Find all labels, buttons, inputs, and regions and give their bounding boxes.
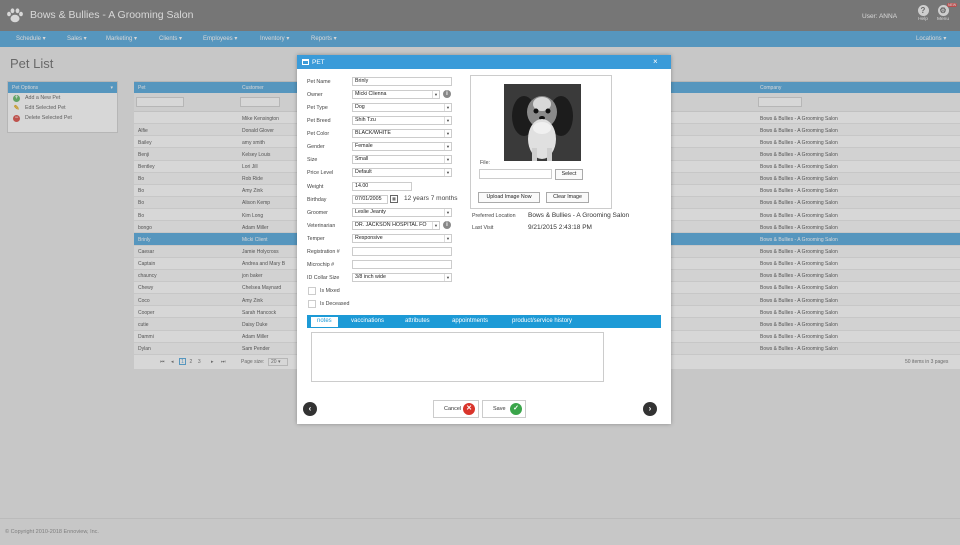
size-value: Small (355, 156, 369, 162)
pet-breed-select[interactable]: Shih Tzu ▼ (352, 116, 452, 125)
save-button[interactable]: Save ✓ (482, 400, 526, 418)
pet-color-label: Pet Color (307, 131, 330, 137)
groomer-label: Groomer (307, 210, 328, 216)
microchip-label: Microchip # (307, 262, 335, 268)
microchip-input[interactable] (352, 260, 452, 269)
chevron-down-icon: ▼ (432, 91, 439, 98)
gender-label: Gender (307, 144, 325, 150)
pet-breed-value: Shih Tzu (355, 117, 376, 123)
birthday-label: Birthday (307, 197, 327, 203)
weight-input[interactable]: 14.00 (352, 182, 412, 191)
cancel-label: Cancel (444, 406, 462, 412)
preferred-location-label: Preferred Location (472, 213, 516, 219)
id-collar-size-value: 3/8 inch wide (355, 274, 386, 280)
pet-name-value: Brinly (355, 78, 369, 84)
chevron-down-icon: ▼ (444, 143, 451, 150)
next-pet-button[interactable]: › (643, 402, 657, 416)
gender-value: Female (355, 143, 373, 149)
cancel-button[interactable]: Cancel ✕ (433, 400, 479, 418)
pet-name-input[interactable]: Brinly (352, 77, 452, 86)
price-level-value: Default (355, 169, 372, 175)
size-select[interactable]: Small ▼ (352, 155, 452, 164)
file-input[interactable] (479, 169, 552, 179)
weight-value: 14.00 (355, 183, 369, 189)
veterinarian-value: DR. JACKSON HOSPITAL FO (355, 222, 427, 228)
temper-value: Responsive (355, 235, 383, 241)
id-collar-size-select[interactable]: 3/8 inch wide ▼ (352, 273, 452, 282)
pet-type-select[interactable]: Dog ▼ (352, 103, 452, 112)
tab-attributes[interactable]: attributes (405, 318, 430, 324)
pet-detail-tabs: notes vaccinations attributes appointmen… (307, 315, 661, 328)
select-file-button[interactable]: Select (555, 169, 583, 180)
info-icon[interactable]: i (443, 90, 451, 98)
birthday-value: 07/01/2005 (355, 196, 382, 202)
registration-label: Registration # (307, 249, 340, 255)
chevron-down-icon: ▼ (444, 117, 451, 124)
pet-age: 12 years 7 months (404, 195, 458, 202)
temper-label: Temper (307, 236, 325, 242)
is-deceased-label: Is Deceased (320, 301, 350, 307)
pet-breed-label: Pet Breed (307, 118, 331, 124)
chevron-down-icon: ▼ (444, 169, 451, 176)
dialog-header: PET × (297, 55, 671, 69)
pet-photo-dog-icon (504, 84, 581, 161)
owner-label: Owner (307, 92, 323, 98)
id-collar-size-label: ID Collar Size (307, 275, 340, 281)
close-icon[interactable]: × (653, 57, 658, 66)
chevron-down-icon: ▼ (444, 156, 451, 163)
weight-label: Weight (307, 184, 324, 190)
window-icon (302, 59, 309, 65)
chevron-down-icon: ▼ (444, 274, 451, 281)
owner-value: Micki Clienna (355, 91, 387, 97)
clear-image-button[interactable]: Clear Image (546, 192, 589, 203)
groomer-select[interactable]: Leslie Jeanty ▼ (352, 208, 452, 217)
groomer-value: Leslie Jeanty (355, 209, 386, 215)
chevron-down-icon: ▼ (444, 104, 451, 111)
file-label: File: (480, 160, 491, 166)
tab-notes[interactable]: notes (311, 317, 338, 327)
price-level-label: Price Level (307, 170, 334, 176)
dialog-title: PET (312, 58, 325, 66)
is-mixed-label: Is Mixed (320, 288, 340, 294)
chevron-down-icon: ▼ (444, 209, 451, 216)
is-deceased-checkbox[interactable] (308, 300, 316, 308)
info-icon[interactable]: i (443, 221, 451, 229)
is-mixed-checkbox[interactable] (308, 287, 316, 295)
gender-select[interactable]: Female ▼ (352, 142, 452, 151)
price-level-select[interactable]: Default ▼ (352, 168, 452, 177)
pet-name-label: Pet Name (307, 79, 331, 85)
save-label: Save (493, 406, 506, 412)
calendar-icon[interactable]: ▦ (390, 195, 398, 203)
pet-color-select[interactable]: BLACK/WHITE ▼ (352, 129, 452, 138)
registration-input[interactable] (352, 247, 452, 256)
tab-appointments[interactable]: appointments (452, 318, 488, 324)
tab-product-service-history[interactable]: product/service history (512, 318, 572, 324)
preferred-location-value: Bows & Bullies - A Grooming Salon (528, 212, 630, 219)
temper-select[interactable]: Responsive ▼ (352, 234, 452, 243)
pet-type-label: Pet Type (307, 105, 328, 111)
checkmark-icon: ✓ (510, 403, 522, 415)
last-visit-value: 9/21/2015 2:43:18 PM (528, 224, 592, 231)
upload-image-button[interactable]: Upload Image Now (478, 192, 540, 203)
notes-textarea[interactable] (311, 332, 604, 382)
owner-select[interactable]: Micki Clienna ▼ (352, 90, 440, 99)
tab-vaccinations[interactable]: vaccinations (351, 318, 384, 324)
veterinarian-select[interactable]: DR. JACKSON HOSPITAL FO ▼ (352, 221, 440, 230)
pet-photo-panel: File: Select Upload Image Now Clear Imag… (470, 75, 612, 209)
cancel-x-icon: ✕ (463, 403, 475, 415)
last-visit-label: Last Visit (472, 225, 494, 231)
chevron-down-icon: ▼ (432, 222, 439, 229)
chevron-down-icon: ▼ (444, 235, 451, 242)
birthday-input[interactable]: 07/01/2005 (352, 195, 388, 204)
size-label: Size (307, 157, 318, 163)
pet-dialog: PET × Pet Name Owner Pet Type Pet Breed … (297, 55, 671, 424)
previous-pet-button[interactable]: ‹ (303, 402, 317, 416)
chevron-down-icon: ▼ (444, 130, 451, 137)
pet-type-value: Dog (355, 104, 365, 110)
pet-color-value: BLACK/WHITE (355, 130, 391, 136)
veterinarian-label: Veterinarian (307, 223, 336, 229)
